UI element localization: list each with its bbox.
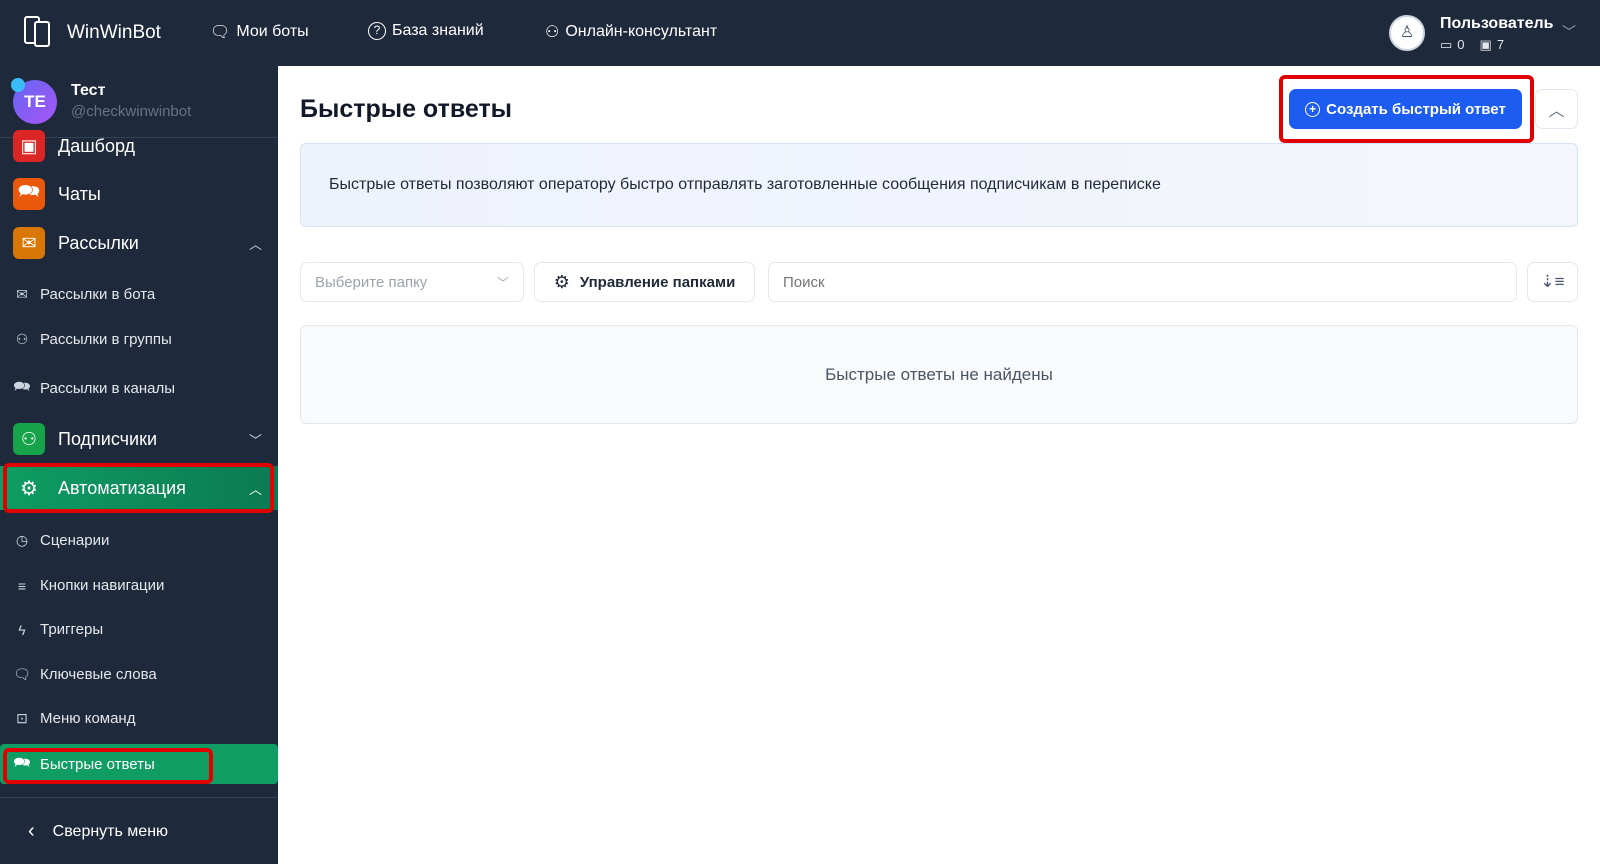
mail-icon: ✉ <box>16 286 28 302</box>
telegram-icon <box>11 78 25 92</box>
sort-button[interactable]: ⇣≡ <box>1527 262 1578 302</box>
bot-name: Тест <box>71 82 106 99</box>
sidebar-item-mailing-groups[interactable]: ⚇ Рассылки в группы <box>0 331 278 348</box>
chat-bubble-icon: 🗨 <box>13 666 31 682</box>
empty-state: Быстрые ответы не найдены <box>300 325 1578 424</box>
collapse-header-button[interactable]: ︿ <box>1535 89 1578 129</box>
calendar-icon: ▣ <box>1479 37 1492 52</box>
info-banner: Быстрые ответы позволяют оператору быстр… <box>300 143 1578 227</box>
chats-icon: 🗪 <box>13 378 31 394</box>
collapse-menu-button[interactable]: ‹ Свернуть меню <box>0 820 278 843</box>
chat-bubble-icon: 🗨 <box>210 24 231 41</box>
chevron-up-icon: ︿ <box>1548 103 1565 120</box>
user-stats: ▭ 0 ▣ 7 <box>1440 37 1504 53</box>
brand-name: WinWinBot <box>67 22 161 43</box>
label: Дашборд <box>58 135 136 156</box>
top-header: WinWinBot 🗨 Мои боты ? База знаний ⚇ Онлайн… <box>0 0 1600 66</box>
sidebar-item-subscribers[interactable]: ⚇ Подписчики ﹀ <box>0 423 278 455</box>
nav-label: Онлайн-консультант <box>565 23 718 40</box>
page-title: Быстрые ответы <box>300 95 513 123</box>
nav-label: База знаний <box>392 22 484 39</box>
label: Управление папками <box>579 273 736 291</box>
highlight-automation <box>3 463 274 513</box>
sidebar-item-chats[interactable]: 🗪 Чаты <box>0 178 278 210</box>
logo-icon <box>24 16 52 50</box>
mail-icon: ✉ <box>13 227 45 259</box>
menu-lines-icon: ≡ <box>17 577 27 594</box>
label: Подписчики <box>58 428 158 449</box>
sidebar-item-mailing-bot[interactable]: ✉ Рассылки в бота <box>0 286 278 303</box>
sidebar-item-mailings[interactable]: ✉ Рассылки ︿ <box>0 227 278 259</box>
label: Свернуть меню <box>52 822 169 840</box>
sort-icon: ⇣≡ <box>1540 272 1565 291</box>
terminal-icon: ⊡ <box>16 710 28 726</box>
divider <box>0 797 278 798</box>
dashboard-icon: ▣ <box>13 130 45 162</box>
lightning-icon: ϟ <box>18 621 26 638</box>
users-icon: ⚇ <box>545 24 560 41</box>
sidebar-item-command-menu[interactable]: ⊡ Меню команд <box>0 710 278 727</box>
chevron-down-icon: ﹀ <box>496 275 509 290</box>
label: Сценарии <box>40 532 110 549</box>
chevron-left-icon: ‹ <box>28 820 35 842</box>
users-icon: ⚇ <box>15 331 29 347</box>
chevron-down-icon[interactable]: ﹀ <box>1562 22 1576 42</box>
sidebar-item-triggers[interactable]: ϟ Триггеры <box>0 621 278 638</box>
user-avatar[interactable]: ♙ <box>1389 15 1425 51</box>
nav-my-bots[interactable]: 🗨 Мои боты <box>210 22 309 42</box>
label: Кнопки навигации <box>40 577 165 594</box>
sidebar-item-scenarios[interactable]: ◷ Сценарии <box>0 532 278 549</box>
label: Триггеры <box>40 621 104 638</box>
nav-online-consultant[interactable]: ⚇ Онлайн-консультант <box>545 22 717 42</box>
label: Рассылки в каналы <box>40 379 176 397</box>
manage-folders-button[interactable]: ⚙ Управление папками <box>534 262 755 302</box>
chevron-up-icon: ︿ <box>248 236 262 252</box>
clock-icon: ◷ <box>15 532 29 548</box>
chevron-down-icon: ﹀ <box>248 432 262 448</box>
highlight-create-button <box>1279 75 1534 143</box>
highlight-quick-replies <box>3 748 213 784</box>
label: Рассылки <box>58 232 139 253</box>
search-input[interactable] <box>768 262 1517 302</box>
label: Чаты <box>58 183 101 204</box>
sidebar-item-dashboard[interactable]: ▣ Дашборд <box>0 130 278 162</box>
sidebar-item-keywords[interactable]: 🗨 Ключевые слова <box>0 666 278 683</box>
users-icon: ⚇ <box>13 423 45 455</box>
balance-value: 0 <box>1457 37 1465 52</box>
label: Меню команд <box>40 710 136 727</box>
nav-label: Мои боты <box>236 23 309 40</box>
label: Ключевые слова <box>40 666 157 683</box>
label: Рассылки в группы <box>40 331 172 348</box>
bot-handle: @checkwinwinbot <box>71 103 192 120</box>
placeholder: Выберите папку <box>315 273 428 291</box>
gear-icon: ⚙ <box>553 271 570 292</box>
user-name[interactable]: Пользователь <box>1440 15 1553 33</box>
question-circle-icon: ? <box>368 22 386 40</box>
days-value: 7 <box>1496 37 1505 52</box>
card-icon: ▭ <box>1440 37 1453 52</box>
folder-select[interactable]: Выберите папку ﹀ <box>300 262 524 302</box>
sidebar-item-nav-buttons[interactable]: ≡ Кнопки навигации <box>0 577 278 594</box>
label: Рассылки в бота <box>40 286 156 303</box>
chats-icon: 🗪 <box>13 178 45 210</box>
nav-knowledge-base[interactable]: ? База знаний <box>368 22 484 40</box>
sidebar-item-mailing-channels[interactable]: 🗪 Рассылки в каналы <box>0 376 278 400</box>
